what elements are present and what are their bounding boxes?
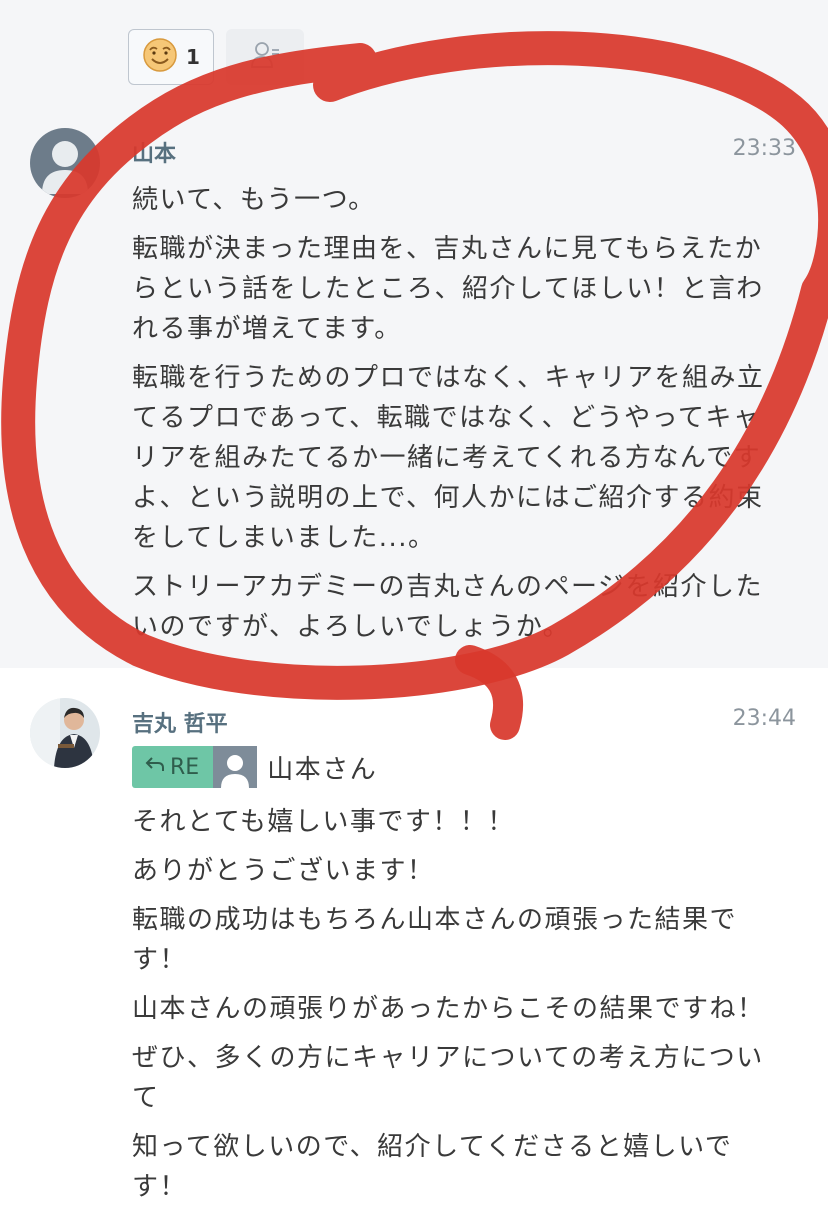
timestamp: 23:44 bbox=[732, 706, 796, 731]
add-user-icon bbox=[250, 40, 280, 74]
default-user-icon bbox=[42, 141, 88, 194]
reaction-count: 1 bbox=[186, 45, 200, 69]
message-paragraph: 続いて、もう一つ。 bbox=[132, 185, 376, 215]
reply-arrow-icon bbox=[144, 754, 166, 780]
message-paragraph: 転職が決まった理由を、吉丸さんに見てもらえたか らという話をしたところ、紹介して… bbox=[132, 234, 764, 344]
reaction-bar: 1 bbox=[128, 29, 304, 85]
message-body: 続いて、もう一つ。 転職が決まった理由を、吉丸さんに見てもらえたか らという話を… bbox=[132, 180, 792, 656]
message-paragraph: 山本さんの頑張りがあったからこその結果ですね！ bbox=[132, 994, 765, 1024]
reply-user-icon bbox=[213, 746, 258, 788]
sender-name[interactable]: 吉丸 哲平 bbox=[132, 706, 228, 738]
add-reaction-button[interactable] bbox=[226, 29, 304, 85]
reply-badge-label: RE bbox=[170, 754, 200, 780]
reply-badge: RE bbox=[132, 746, 214, 788]
message-paragraph: ありがとうございます！ bbox=[132, 856, 435, 886]
message-paragraph: それとても嬉しい事です！！！ bbox=[132, 807, 515, 837]
message-paragraph: 転職を行うためのプロではなく、キャリアを組み立 てるプロであって、転職ではなく、… bbox=[132, 363, 765, 553]
message-paragraph: ぜひ、多くの方にキャリアについての考え方につい て bbox=[132, 1043, 764, 1113]
avatar[interactable] bbox=[30, 128, 100, 198]
smiley-emoji-icon bbox=[142, 37, 178, 77]
sender-name[interactable]: 山本 bbox=[132, 136, 176, 168]
message-paragraph: 転職の成功はもちろん山本さんの頑張った結果で す！ bbox=[132, 905, 738, 975]
reply-reference[interactable]: RE 山本さん bbox=[132, 746, 377, 788]
timestamp: 23:33 bbox=[732, 136, 796, 161]
message-paragraph: ストリーアカデミーの吉丸さんのページを紹介した いのですが、よろしいでしょうか。 bbox=[132, 572, 763, 642]
profile-photo bbox=[30, 698, 100, 768]
message-paragraph: 知って欲しいので、紹介してくださると嬉しいで す！ bbox=[132, 1132, 733, 1202]
message-body: それとても嬉しい事です！！！ ありがとうございます！ 転職の成功はもちろん山本さ… bbox=[132, 802, 792, 1216]
reply-target-name: 山本さん bbox=[267, 754, 378, 785]
reaction-chip[interactable]: 1 bbox=[128, 29, 214, 85]
avatar[interactable] bbox=[30, 698, 100, 768]
